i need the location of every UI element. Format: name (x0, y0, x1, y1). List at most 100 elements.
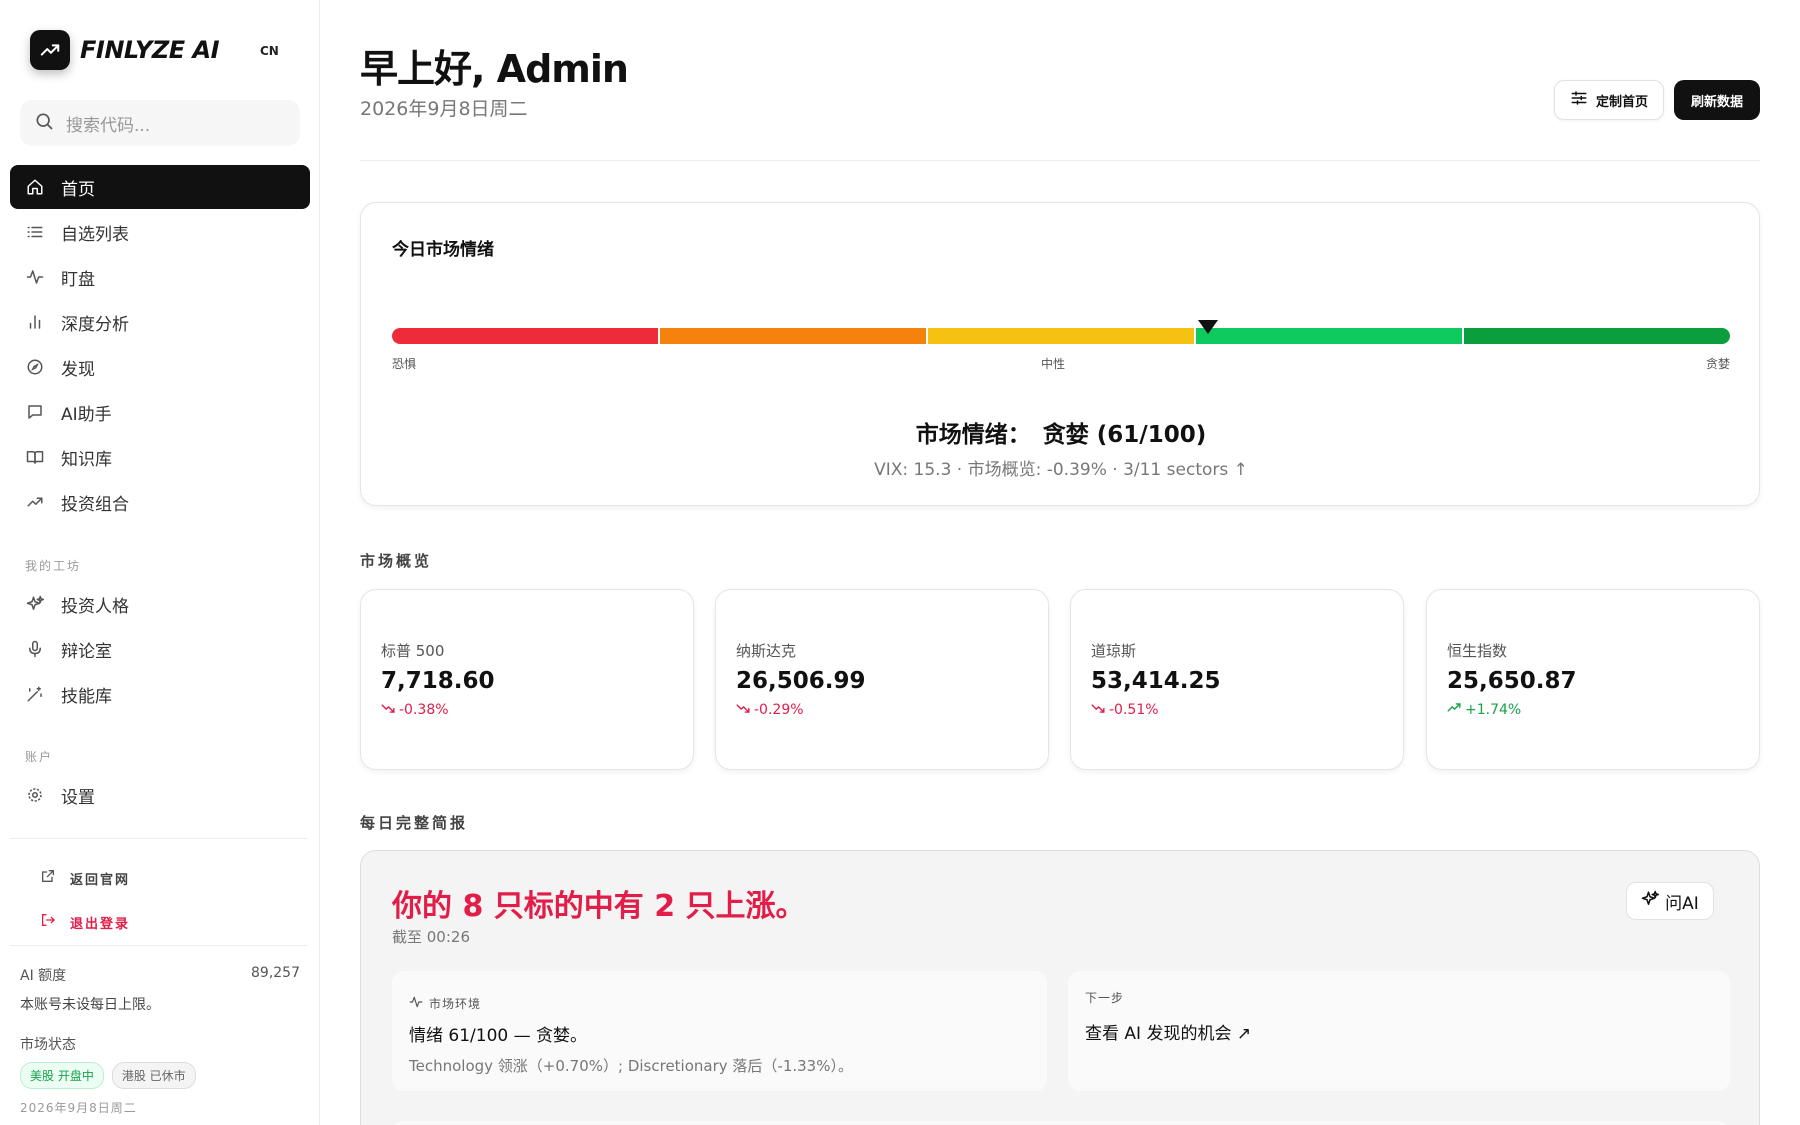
book-icon (25, 447, 45, 467)
market-environment-note: Technology 领涨（+0.70%）; Discretionary 落后（… (409, 1057, 853, 1075)
trend-down-icon (381, 701, 395, 719)
index-card-sp500[interactable]: 标普 500 7,718.60 -0.38% (360, 589, 694, 770)
nav-item-knowledge[interactable]: 知识库 (10, 435, 310, 479)
sidebar-date: 2026年9月8日周二 (20, 1101, 137, 1115)
brief-section-title: 每日完整简报 (360, 814, 469, 832)
index-name: 道琼斯 (1091, 642, 1137, 660)
index-card-dow[interactable]: 道琼斯 53,414.25 -0.51% (1070, 589, 1404, 770)
search-input[interactable]: 搜索代码... (20, 100, 300, 146)
index-name: 纳斯达克 (736, 642, 797, 660)
sentiment-headline-label: 市场情绪： (915, 422, 1031, 448)
search-icon (34, 111, 54, 135)
nav-label: 技能库 (61, 686, 112, 707)
pulse-icon (409, 995, 423, 1012)
bar-chart-icon (25, 312, 45, 332)
trend-up-icon (25, 492, 45, 512)
gauge-label-neutral: 中性 (1041, 357, 1066, 371)
index-value: 26,506.99 (736, 668, 866, 694)
gauge-label-greed: 贪婪 (1706, 357, 1731, 371)
back-to-site-link[interactable]: 返回官网 (40, 868, 130, 888)
logout-label: 退出登录 (70, 916, 131, 932)
nav-item-monitor[interactable]: 盯盘 (10, 255, 310, 299)
logout-link[interactable]: 退出登录 (40, 912, 130, 932)
sliders-icon (1570, 89, 1588, 111)
index-change-value: -0.38% (399, 702, 449, 718)
main-nav: 首页 自选列表 盯盘 深度分析 发现 AI助手 知识库 投资组合 (10, 165, 310, 525)
sparkles-icon (1641, 890, 1660, 913)
index-change: -0.51% (1091, 701, 1159, 719)
quota-value: 89,257 (251, 965, 300, 981)
page-date: 2026年9月8日周二 (360, 98, 528, 120)
index-change-value: +1.74% (1465, 702, 1522, 718)
nav-label: 投资组合 (61, 494, 129, 515)
gauge-segment-fear (660, 328, 926, 344)
index-change-value: -0.29% (754, 702, 804, 718)
external-link-icon (40, 868, 56, 888)
gear-icon (25, 785, 45, 805)
workshop-section-title: 我的工坊 (25, 559, 82, 573)
nav-item-home[interactable]: 首页 (10, 165, 310, 209)
sidebar-divider (10, 945, 308, 946)
index-value: 53,414.25 (1091, 668, 1221, 694)
nav-label: 盯盘 (61, 269, 95, 290)
brief-timestamp: 截至 00:26 (392, 928, 470, 946)
quota-note: 本账号未设每日上限。 (20, 997, 160, 1013)
nav-label: 发现 (61, 359, 95, 380)
brand-name: FINLYZE AI (80, 36, 220, 64)
index-card-hang-seng[interactable]: 恒生指数 25,650.87 +1.74% (1426, 589, 1760, 770)
list-icon (25, 222, 45, 242)
ask-ai-label: 问AI (1665, 893, 1699, 914)
header-divider (360, 160, 1760, 161)
language-toggle[interactable]: CN (260, 44, 279, 58)
daily-brief-card: 你的 8 只标的中有 2 只上涨。 截至 00:26 问AI 市场环境 情绪 6… (360, 850, 1760, 1125)
index-change: -0.29% (736, 701, 804, 719)
index-value: 25,650.87 (1447, 668, 1577, 694)
main-content: 早上好, Admin 2026年9月8日周二 定制首页 刷新数据 今日市场情绪 … (360, 0, 1760, 1125)
index-name: 标普 500 (381, 642, 445, 660)
nav-item-debate[interactable]: 辩论室 (10, 627, 310, 671)
gauge-label-fear: 恐惧 (392, 357, 417, 371)
market-status-label: 市场状态 (20, 1037, 76, 1053)
trend-logo-icon (30, 30, 70, 70)
index-card-nasdaq[interactable]: 纳斯达克 26,506.99 -0.29% (715, 589, 1049, 770)
search-placeholder: 搜索代码... (66, 115, 151, 136)
compass-icon (25, 357, 45, 377)
mic-icon (25, 639, 45, 659)
back-to-site-label: 返回官网 (70, 872, 131, 888)
quota-label: AI 额度 (20, 968, 67, 984)
trend-down-icon (736, 701, 750, 719)
market-environment-title: 市场环境 (429, 997, 482, 1011)
nav-item-persona[interactable]: 投资人格 (10, 582, 310, 626)
us-market-badge: 美股 开盘中 (20, 1062, 104, 1089)
gauge-segment-extreme-fear (392, 328, 658, 344)
gauge-segment-greed (1196, 328, 1462, 344)
nav-item-portfolio[interactable]: 投资组合 (10, 480, 310, 524)
nav-item-analysis[interactable]: 深度分析 (10, 300, 310, 344)
nav-item-discover[interactable]: 发现 (10, 345, 310, 389)
nav-label: 辩论室 (61, 641, 112, 662)
nav-item-skills[interactable]: 技能库 (10, 672, 310, 716)
sidebar: FINLYZE AI CN 搜索代码... 首页 自选列表 盯盘 深度分析 发现… (0, 0, 320, 1125)
nav-item-settings[interactable]: 设置 (10, 773, 310, 817)
ask-ai-button[interactable]: 问AI (1626, 882, 1714, 920)
overview-section-title: 市场概览 (360, 552, 433, 570)
nav-item-watchlist[interactable]: 自选列表 (10, 210, 310, 254)
magic-wand-icon (25, 684, 45, 704)
refresh-data-button[interactable]: 刷新数据 (1674, 80, 1760, 120)
next-step-card: 下一步 查看 AI 发现的机会 ↗ (1068, 971, 1730, 1091)
chat-icon (25, 402, 45, 422)
nav-label: 首页 (61, 179, 95, 200)
home-icon (25, 177, 45, 197)
brand[interactable]: FINLYZE AI (30, 30, 220, 70)
nav-item-ai-assistant[interactable]: AI助手 (10, 390, 310, 434)
customize-home-button[interactable]: 定制首页 (1554, 80, 1664, 120)
index-change: -0.38% (381, 701, 449, 719)
trend-up-icon (1447, 701, 1461, 719)
sentiment-headline: 市场情绪： 贪婪 (61/100) (361, 415, 1761, 449)
nav-label: 深度分析 (61, 314, 129, 335)
index-change-value: -0.51% (1109, 702, 1159, 718)
next-step-link[interactable]: 查看 AI 发现的机会 ↗ (1085, 1019, 1251, 1044)
page-title: 早上好, Admin (360, 47, 629, 91)
market-environment-card: 市场环境 情绪 61/100 — 贪婪。 Technology 领涨（+0.70… (392, 971, 1047, 1091)
sidebar-divider (10, 838, 308, 839)
